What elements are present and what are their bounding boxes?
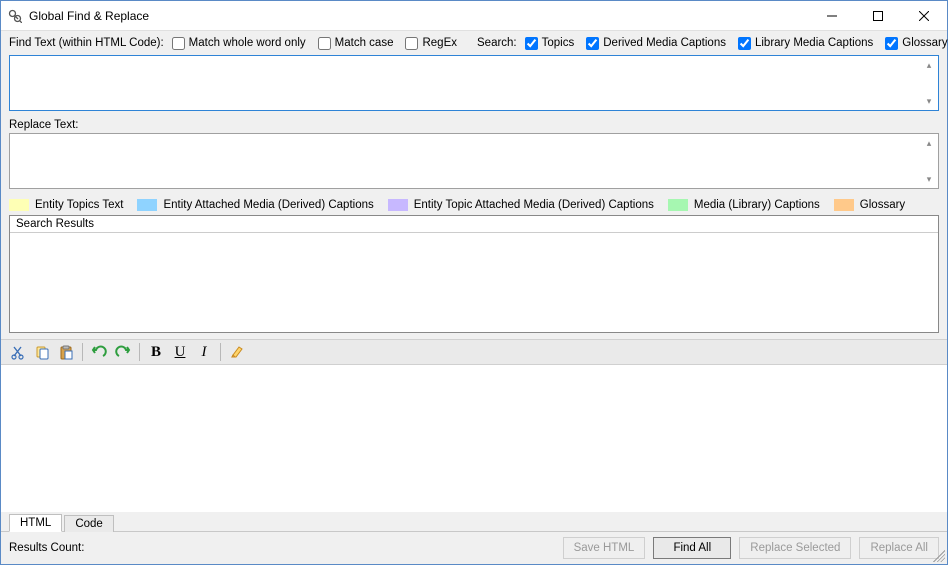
search-glossary-input[interactable] <box>885 37 898 50</box>
match-case-label: Match case <box>335 37 394 49</box>
search-library-captions-label: Library Media Captions <box>755 37 873 49</box>
search-derived-captions-label: Derived Media Captions <box>603 37 726 49</box>
search-derived-captions-checkbox[interactable]: Derived Media Captions <box>586 37 726 50</box>
editor-toolbar: B U I <box>1 339 947 365</box>
footer: Results Count: Save HTML Find All Replac… <box>1 532 947 564</box>
legend-entity-topic-attached-label: Entity Topic Attached Media (Derived) Ca… <box>414 199 654 211</box>
swatch-green <box>668 199 688 211</box>
legend-entity-topics-label: Entity Topics Text <box>35 199 123 211</box>
search-results-header: Search Results <box>10 216 938 233</box>
legend-media-library: Media (Library) Captions <box>668 199 820 211</box>
match-whole-word-input[interactable] <box>172 37 185 50</box>
search-topics-label: Topics <box>542 37 575 49</box>
legend-entity-topic-attached: Entity Topic Attached Media (Derived) Ca… <box>388 199 654 211</box>
match-whole-word-label: Match whole word only <box>189 37 306 49</box>
bold-button[interactable]: B <box>145 341 167 363</box>
search-topics-checkbox[interactable]: Topics <box>525 37 575 50</box>
find-all-button[interactable]: Find All <box>653 537 731 559</box>
replace-selected-button[interactable]: Replace Selected <box>739 537 851 559</box>
close-button[interactable] <box>901 1 947 30</box>
find-text-area[interactable]: ▴ ▾ <box>9 55 939 111</box>
replace-text-label: Replace Text: <box>1 117 947 133</box>
regex-input[interactable] <box>405 37 418 50</box>
editor-area[interactable] <box>1 365 947 512</box>
toolbar-separator <box>139 343 140 361</box>
scroll-up-icon[interactable]: ▴ <box>921 135 937 151</box>
minimize-button[interactable] <box>809 1 855 30</box>
undo-button[interactable] <box>88 341 110 363</box>
replace-text-area[interactable]: ▴ ▾ <box>9 133 939 189</box>
match-case-checkbox[interactable]: Match case <box>318 37 394 50</box>
search-library-captions-input[interactable] <box>738 37 751 50</box>
swatch-orange <box>834 199 854 211</box>
match-whole-word-checkbox[interactable]: Match whole word only <box>172 37 306 50</box>
titlebar: Global Find & Replace <box>1 1 947 31</box>
scroll-up-icon[interactable]: ▴ <box>921 57 937 73</box>
save-html-button[interactable]: Save HTML <box>563 537 646 559</box>
search-label: Search: <box>477 37 517 49</box>
app-icon <box>7 8 23 24</box>
resize-grip[interactable] <box>933 550 945 562</box>
clear-format-button[interactable] <box>226 341 248 363</box>
tab-code[interactable]: Code <box>64 515 114 532</box>
replace-all-button[interactable]: Replace All <box>859 537 939 559</box>
toolbar-separator <box>82 343 83 361</box>
tab-html[interactable]: HTML <box>9 514 62 532</box>
search-library-captions-checkbox[interactable]: Library Media Captions <box>738 37 873 50</box>
search-results-box: Search Results <box>9 215 939 333</box>
scroll-down-icon[interactable]: ▾ <box>921 171 937 187</box>
swatch-lavender <box>388 199 408 211</box>
search-results-body[interactable] <box>10 233 938 329</box>
copy-button[interactable] <box>31 341 53 363</box>
legend-media-library-label: Media (Library) Captions <box>694 199 820 211</box>
cut-button[interactable] <box>7 341 29 363</box>
options-row: Find Text (within HTML Code): Match whol… <box>1 31 947 55</box>
legend-entity-attached: Entity Attached Media (Derived) Captions <box>137 199 373 211</box>
find-text-label: Find Text (within HTML Code): <box>9 37 164 49</box>
legend-glossary: Glossary <box>834 199 905 211</box>
window-title: Global Find & Replace <box>29 9 149 23</box>
swatch-blue <box>137 199 157 211</box>
paste-button[interactable] <box>55 341 77 363</box>
window-frame: Global Find & Replace Find Text (within … <box>0 0 948 565</box>
find-scrollbar[interactable]: ▴ ▾ <box>921 57 937 109</box>
editor-tabs: HTML Code <box>1 512 947 532</box>
legend-row: Entity Topics Text Entity Attached Media… <box>1 195 947 215</box>
regex-label: RegEx <box>422 37 457 49</box>
regex-checkbox[interactable]: RegEx <box>405 37 457 50</box>
find-text-input[interactable] <box>10 56 920 110</box>
legend-entity-attached-label: Entity Attached Media (Derived) Captions <box>163 199 373 211</box>
maximize-button[interactable] <box>855 1 901 30</box>
window-controls <box>809 1 947 30</box>
search-derived-captions-input[interactable] <box>586 37 599 50</box>
scroll-down-icon[interactable]: ▾ <box>921 93 937 109</box>
italic-button[interactable]: I <box>193 341 215 363</box>
toolbar-separator <box>220 343 221 361</box>
search-glossary-label: Glossary <box>902 37 947 49</box>
legend-glossary-label: Glossary <box>860 199 905 211</box>
swatch-yellow <box>9 199 29 211</box>
replace-scrollbar[interactable]: ▴ ▾ <box>921 135 937 187</box>
replace-text-input[interactable] <box>10 134 920 188</box>
redo-button[interactable] <box>112 341 134 363</box>
underline-button[interactable]: U <box>169 341 191 363</box>
legend-entity-topics: Entity Topics Text <box>9 199 123 211</box>
match-case-input[interactable] <box>318 37 331 50</box>
search-topics-input[interactable] <box>525 37 538 50</box>
search-glossary-checkbox[interactable]: Glossary <box>885 37 947 50</box>
results-count-label: Results Count: <box>9 542 84 554</box>
